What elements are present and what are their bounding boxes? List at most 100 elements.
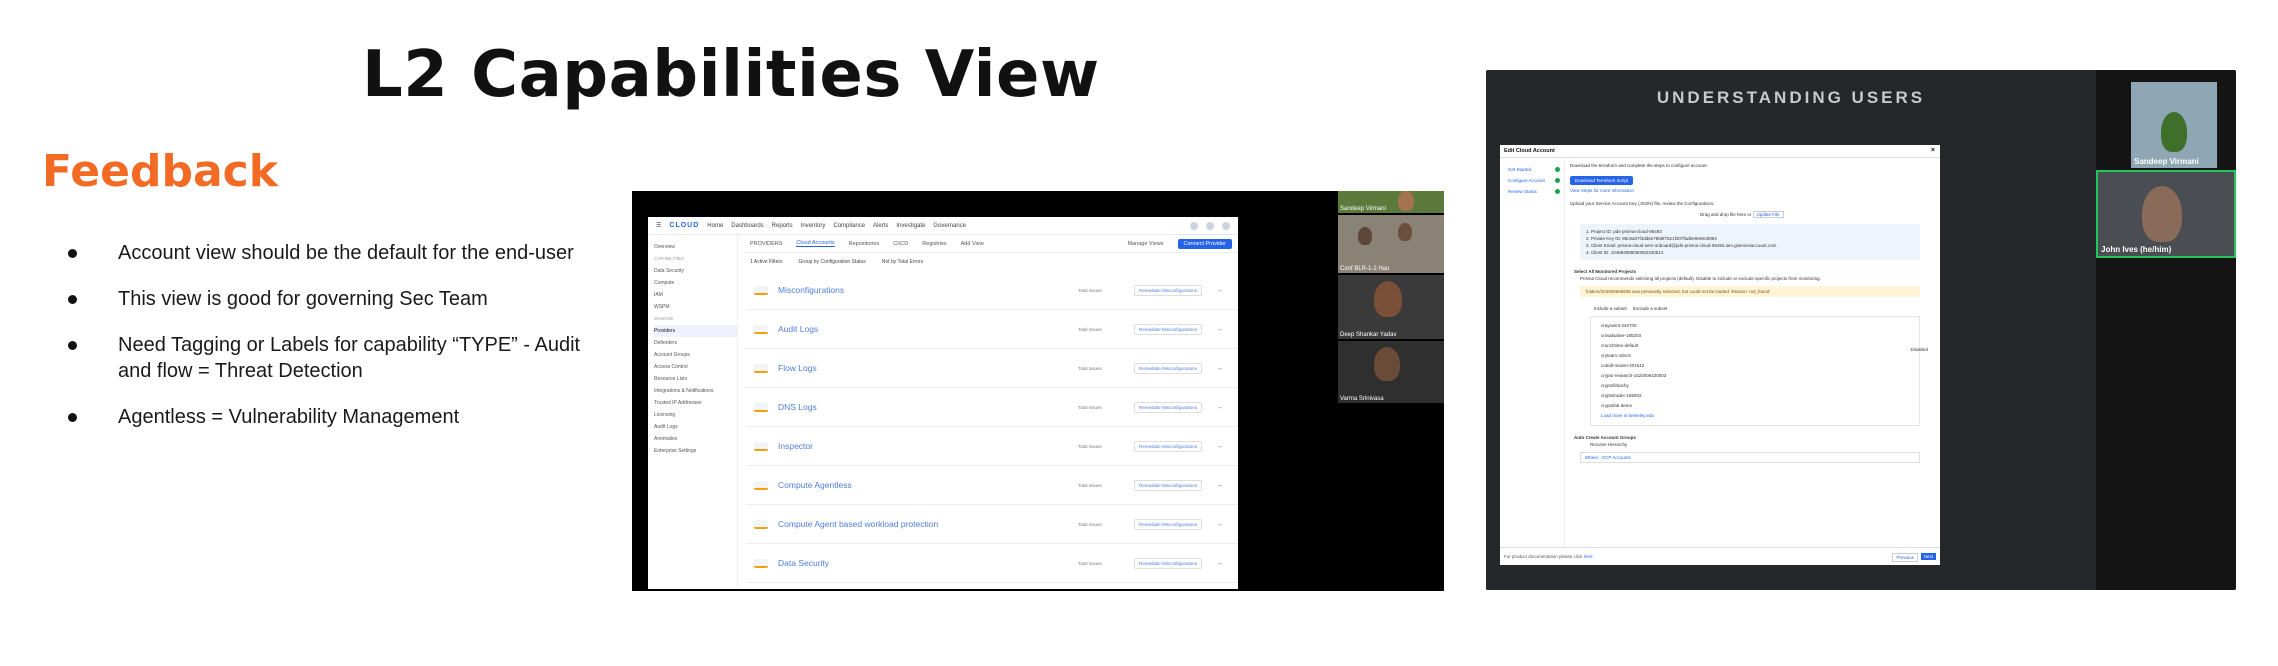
project-item[interactable]: cryteam-43ec5 [1601, 351, 1909, 361]
user-avatar-icon[interactable] [1222, 221, 1230, 230]
sidebar-item[interactable]: IAM [654, 289, 737, 301]
project-item[interactable]: cobalt-maxim-201612 [1601, 361, 1909, 371]
capability-name[interactable]: DNS Logs [778, 402, 1078, 412]
step-configure-account[interactable]: Configure Account [1500, 175, 1564, 186]
arrow-right-icon[interactable]: → [1216, 443, 1223, 450]
project-item[interactable]: cryptofirkachy [1601, 381, 1909, 391]
load-more-link[interactable]: Load more in berkeley.edu [1601, 411, 1909, 421]
next-button[interactable]: Next [1920, 553, 1936, 560]
capability-row[interactable]: Data Security Total Issues Remediate Misco… [746, 544, 1238, 583]
nav-governance[interactable]: Governance [933, 223, 966, 229]
view-steps-link[interactable]: View Steps for more information [1570, 187, 1934, 194]
sidebar-item[interactable]: Trusted IP Addresses [654, 397, 737, 409]
remediate-button[interactable]: Remediate Misconfigurations [1134, 518, 1203, 530]
capability-row[interactable]: Inspector Total Issues Remediate Misconfig… [746, 427, 1238, 466]
sidebar-item[interactable]: Anomalies [654, 433, 737, 445]
update-file-button[interactable]: Update File [1752, 211, 1784, 218]
close-icon[interactable]: × [1931, 147, 1935, 154]
tab-registries[interactable]: Registries [922, 241, 946, 247]
remediate-button[interactable]: Remediate Misconfigurations [1134, 557, 1203, 569]
project-item[interactable]: cryptotrader-186502 [1601, 391, 1909, 401]
video-tile-active[interactable]: John Ives (he/him) [2096, 170, 2236, 258]
video-tile[interactable]: Conf BLR-1-2 Hau [1338, 215, 1444, 273]
arrow-right-icon[interactable]: → [1216, 365, 1223, 372]
arrow-right-icon[interactable]: → [1216, 404, 1223, 411]
sidebar-item[interactable]: Access Control [654, 361, 737, 373]
tab-add-view[interactable]: Add View [961, 241, 984, 247]
nav-dashboards[interactable]: Dashboards [731, 223, 763, 229]
sidebar-item[interactable]: Enterprise Settings [654, 445, 737, 457]
include-subset-radio[interactable]: Include a subset [1594, 306, 1627, 311]
video-tile[interactable]: Varma Srinivasa [1338, 341, 1444, 403]
arrow-right-icon[interactable]: → [1216, 560, 1223, 567]
video-tile[interactable]: Deep Shankar Yadav [1338, 275, 1444, 339]
capability-row[interactable]: DNS Logs Total Issues Remediate Misconfigu… [746, 388, 1238, 427]
capability-row[interactable]: Compute Agentless Total Issues Remediate M… [746, 466, 1238, 505]
video-tile[interactable]: Sandeep Virmani [2131, 82, 2217, 168]
nav-reports[interactable]: Reports [772, 223, 793, 229]
capability-name[interactable]: Data Security [778, 558, 1078, 568]
sidebar-item[interactable]: Resource Lists [654, 373, 737, 385]
nav-home[interactable]: Home [707, 223, 723, 229]
capability-name[interactable]: Compute Agent based workload protection [778, 519, 1078, 529]
sidebar-item[interactable]: Overview [654, 241, 737, 253]
remediate-button[interactable]: Remediate Misconfigurations [1134, 323, 1203, 335]
step-get-started[interactable]: Get Started [1500, 164, 1564, 175]
remediate-button[interactable]: Remediate Misconfigurations [1134, 401, 1203, 413]
project-item[interactable]: crayssimt-240700 [1601, 321, 1909, 331]
capability-name[interactable]: Flow Logs [778, 363, 1078, 373]
tab-cicd[interactable]: CI/CD [893, 241, 908, 247]
project-item[interactable]: crunchtime-default [1601, 341, 1909, 351]
filter-chip[interactable]: Group by Configuration Status [799, 259, 866, 265]
sidebar-item[interactable]: Account Groups [654, 349, 737, 361]
arrow-right-icon[interactable]: → [1216, 287, 1223, 294]
sidebar-item[interactable]: Audit Logs [654, 421, 737, 433]
project-item[interactable]: crypto-research-1524006420003 [1601, 371, 1909, 381]
arrow-right-icon[interactable]: → [1216, 521, 1223, 528]
arrow-right-icon[interactable]: → [1216, 326, 1223, 333]
arrow-right-icon[interactable]: → [1216, 482, 1223, 489]
recurse-checkbox[interactable]: Recurse Hierarchy [1590, 441, 1934, 448]
filter-chip[interactable]: 1 Active Filters [750, 259, 783, 265]
nav-inventory[interactable]: Inventory [801, 223, 826, 229]
remediate-button[interactable]: Remediate Misconfigurations [1134, 440, 1203, 452]
capability-name[interactable]: Audit Logs [778, 324, 1078, 334]
project-item[interactable]: cryptolab-demo [1601, 401, 1909, 411]
previous-button[interactable]: Previous [1892, 553, 1918, 562]
dropzone[interactable]: Drag and drop file here or Update File [1700, 211, 1934, 218]
remediate-button[interactable]: Remediate Misconfigurations [1134, 479, 1203, 491]
capability-row[interactable]: Compute Agent based workload protection T… [746, 505, 1238, 544]
capability-name[interactable]: Inspector [778, 441, 1078, 451]
nav-investigate[interactable]: Investigate [896, 223, 925, 229]
sidebar-item[interactable]: Integrations & Notifications [654, 385, 737, 397]
tab-cloud-accounts[interactable]: Cloud Accounts [796, 240, 835, 247]
sidebar-item[interactable]: Data Security [654, 265, 737, 277]
sidebar-item[interactable]: WSPM [654, 301, 737, 313]
manage-views-link[interactable]: Manage Views [1128, 241, 1164, 247]
project-item[interactable]: crowdsalive-185203 [1601, 331, 1909, 341]
exclude-subset-radio[interactable]: Exclude a subset [1633, 306, 1667, 311]
help-icon[interactable] [1206, 221, 1214, 230]
step-review-status[interactable]: Review Status [1500, 186, 1564, 197]
sidebar-item-providers[interactable]: Providers [654, 325, 737, 337]
sidebar-item[interactable]: Licensing [654, 409, 737, 421]
capability-name[interactable]: Compute Agentless [778, 480, 1078, 490]
doc-link[interactable]: here [1584, 554, 1593, 559]
tab-repositories[interactable]: Repositories [849, 241, 880, 247]
remediate-button[interactable]: Remediate Misconfigurations [1134, 284, 1203, 296]
account-group-select[interactable]: Wheel - GCP Accounts [1580, 452, 1920, 463]
capability-name[interactable]: Misconfigurations [778, 285, 1078, 295]
capability-row[interactable]: Audit Logs Total Issues Remediate Misconfi… [746, 310, 1238, 349]
nav-alerts[interactable]: Alerts [873, 223, 888, 229]
download-terraform-button[interactable]: Download Terraform Script [1570, 176, 1634, 185]
settings-icon[interactable] [1190, 221, 1198, 230]
capability-row[interactable]: Misconfigurations Total Issues Remediate M… [746, 271, 1238, 310]
sidebar-item[interactable]: Defenders [654, 337, 737, 349]
connect-provider-button[interactable]: Connect Provider [1177, 238, 1232, 249]
capability-row[interactable]: Flow Logs Total Issues Remediate Misconfig… [746, 349, 1238, 388]
nav-compliance[interactable]: Compliance [833, 223, 865, 229]
filter-chip[interactable]: Not by Total Errors [882, 259, 923, 265]
sidebar-item[interactable]: Compute [654, 277, 737, 289]
hamburger-icon[interactable]: ☰ [656, 222, 661, 229]
video-tile[interactable]: Sandeep Virmani [1338, 191, 1444, 213]
